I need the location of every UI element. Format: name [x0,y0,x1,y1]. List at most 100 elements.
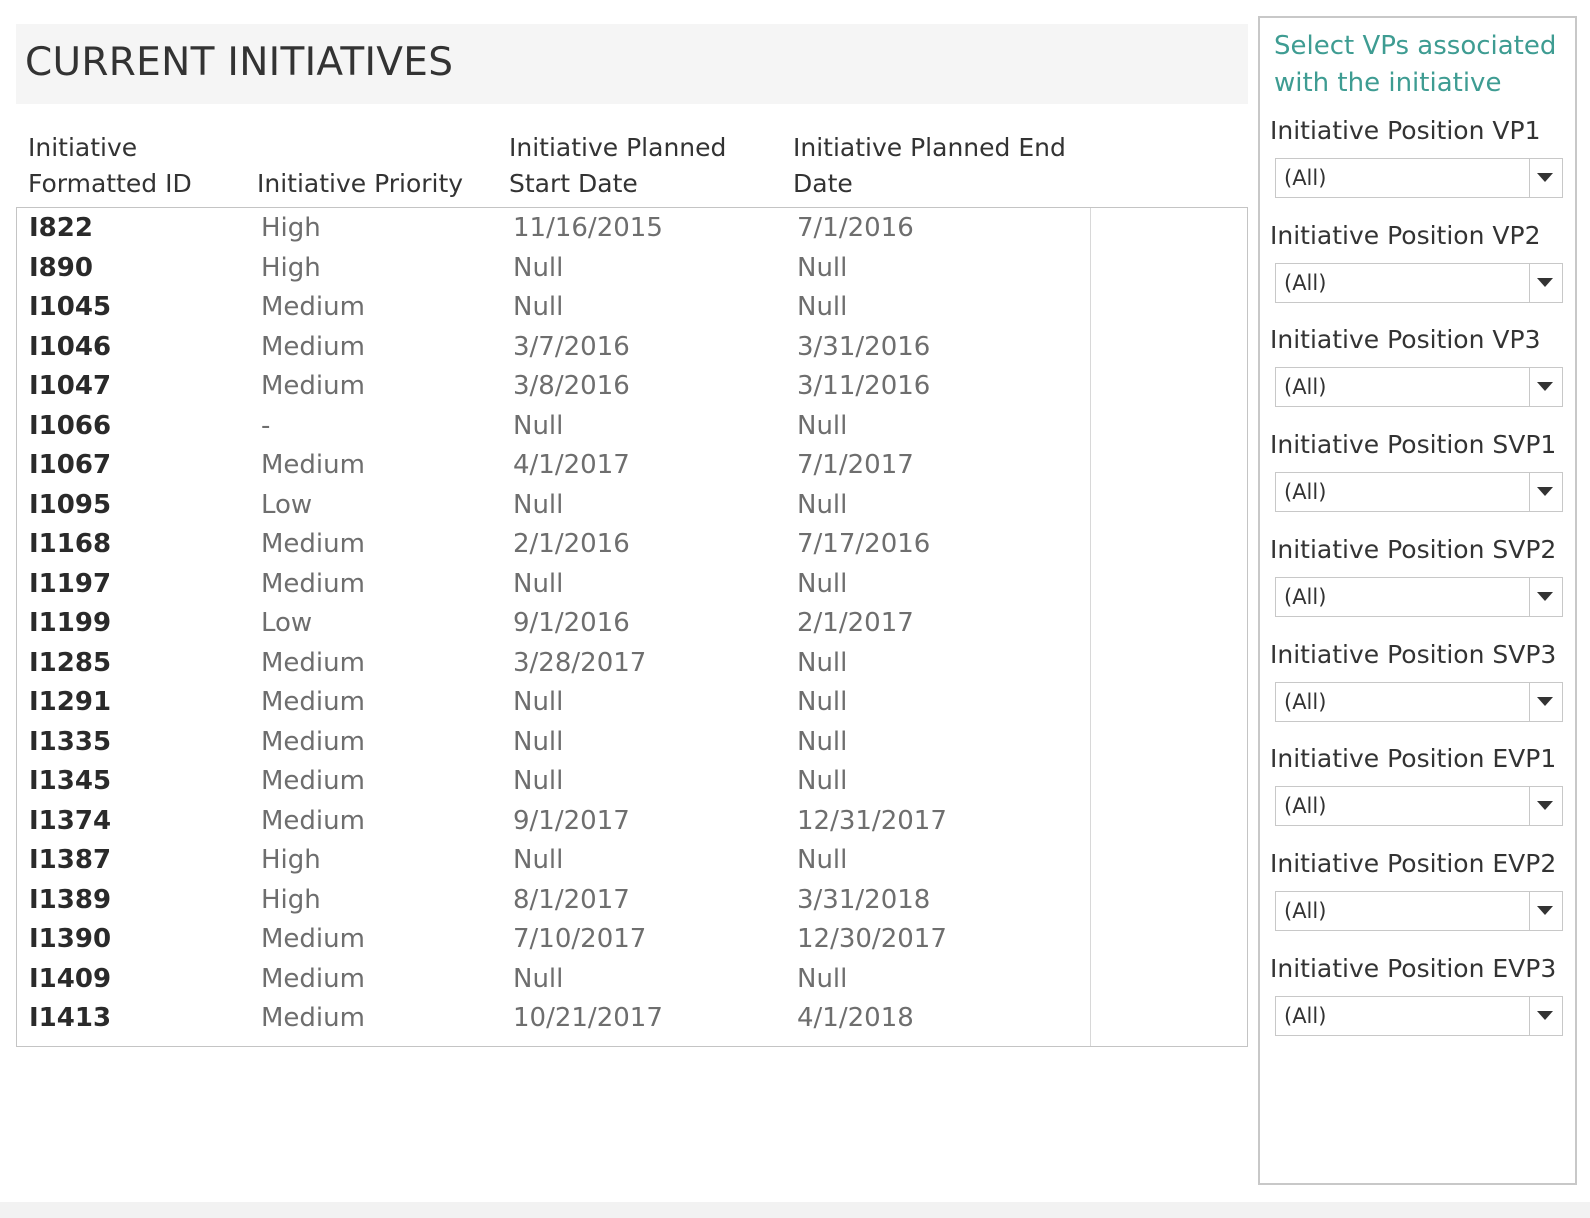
cell-priority: Medium [261,963,365,994]
cell-priority: Low [261,489,313,520]
table-row[interactable]: I1390 Medium 7/10/2017 12/30/2017 [17,919,1089,959]
vp-filter: Initiative Position VP1 (All) [1270,114,1568,198]
cell-start-date: 8/1/2017 [513,884,630,915]
table-row[interactable]: I890 High Null Null [17,248,1089,288]
cell-priority: Medium [261,805,365,836]
filter-selected-value: (All) [1284,1003,1327,1028]
table-body[interactable]: I822 High 11/16/2015 7/1/2016 I890 High Null Nu… [16,207,1248,1047]
filter-dropdown[interactable]: (All) [1275,995,1563,1036]
table-row[interactable]: I1345 Medium Null Null [17,761,1089,801]
chevron-down-icon[interactable] [1537,696,1553,706]
cell-start-date: 3/8/2016 [513,371,630,401]
filter-dropdown[interactable]: (All) [1275,158,1563,198]
filter-dropdown[interactable]: (All) [1275,262,1563,303]
table-row[interactable]: I1291 Medium Null Null [17,682,1089,722]
column-header-end-date[interactable]: Initiative Planned End Date [793,130,1066,202]
cell-start-date: 4/1/2017 [513,450,630,480]
cell-end-date: Null [797,252,848,283]
cell-start-date: Null [513,726,564,757]
cell-end-date: Null [797,292,848,322]
filter-dropdown[interactable]: (All) [1275,576,1563,617]
filter-label: Initiative Position EVP1 [1270,744,1557,774]
table-row[interactable]: I1067 Medium 4/1/2017 7/1/2017 [17,445,1089,485]
cell-priority: Medium [261,766,365,796]
table-row[interactable]: I1387 High Null Null [17,840,1089,880]
table-row[interactable]: I1413 Medium 10/21/2017 4/1/2018 [17,998,1089,1038]
filter-dropdown[interactable]: (All) [1275,890,1563,931]
filter-selected-value: (All) [1284,166,1327,190]
cell-formatted-id: I890 [29,252,93,283]
cell-start-date: Null [513,845,564,875]
chevron-down-icon[interactable] [1537,277,1553,287]
header-line: Date [793,169,853,198]
cell-formatted-id: I1335 [29,726,112,757]
filter-selected-value: (All) [1284,270,1327,295]
table-row[interactable]: I1374 Medium 9/1/2017 12/31/2017 [17,801,1089,841]
filter-dropdown[interactable]: (All) [1275,786,1563,827]
filter-label: Initiative Position VP1 [1270,116,1541,145]
cell-formatted-id: I822 [29,213,93,243]
table-row[interactable]: I1095 Low Null Null [17,485,1089,525]
header-line: Initiative Planned [509,133,727,162]
cell-start-date: 7/10/2017 [513,924,647,954]
header-line: Start Date [509,169,638,198]
bottom-strip [0,1202,1590,1218]
dropdown-divider [1529,891,1530,930]
table-row[interactable]: I822 High 11/16/2015 7/1/2016 [17,208,1089,248]
table-row[interactable]: I1197 Medium Null Null [17,564,1089,604]
dropdown-divider [1529,577,1530,616]
filter-selected-value: (All) [1284,584,1327,609]
column-header-priority[interactable]: Initiative Priority [257,166,463,202]
table-row[interactable]: I1409 Medium Null Null [17,959,1089,999]
table-row[interactable]: I1335 Medium Null Null [17,722,1089,762]
cell-formatted-id: I1095 [29,489,112,520]
table-row[interactable]: I1168 Medium 2/1/2016 7/17/2016 [17,524,1089,564]
cell-end-date: 12/31/2017 [797,805,947,836]
vp-filter: Initiative Position SVP3 (All) [1270,638,1568,722]
cell-priority: High [261,884,321,915]
filter-selected-value: (All) [1284,480,1327,505]
table-row[interactable]: I1046 Medium 3/7/2016 3/31/2016 [17,327,1089,367]
cell-formatted-id: I1409 [29,963,112,994]
chevron-down-icon[interactable] [1537,382,1553,392]
dropdown-divider [1529,368,1530,407]
cell-end-date: Null [797,845,848,875]
cell-priority: Medium [261,331,365,362]
filter-dropdown[interactable]: (All) [1275,367,1563,408]
cell-end-date: 7/1/2017 [797,450,914,480]
column-header-formatted-id[interactable]: Initiative Formatted ID [28,130,192,202]
chevron-down-icon[interactable] [1537,487,1553,497]
cell-formatted-id: I1047 [29,371,112,401]
cell-formatted-id: I1291 [29,687,112,717]
vp-filter: Initiative Position EVP1 (All) [1270,742,1568,827]
cell-end-date: 7/17/2016 [797,529,931,559]
cell-formatted-id: I1066 [29,410,112,441]
chevron-down-icon[interactable] [1537,801,1553,811]
filter-label: Initiative Position SVP2 [1270,534,1557,564]
chevron-down-icon[interactable] [1537,173,1553,182]
cell-formatted-id: I1285 [29,647,112,678]
filter-selected-value: (All) [1284,689,1327,714]
cell-start-date: Null [513,963,564,994]
vp-filter-panel: Select VPs associated with the initiativ… [1258,16,1577,1185]
table-row[interactable]: I1045 Medium Null Null [17,287,1089,327]
filter-dropdown[interactable]: (All) [1275,472,1563,513]
cell-end-date: Null [797,489,848,520]
table-row[interactable]: I1047 Medium 3/8/2016 3/11/2016 [17,366,1089,406]
cell-priority: Medium [261,371,365,401]
chevron-down-icon[interactable] [1537,905,1553,915]
filter-dropdown[interactable]: (All) [1275,681,1563,722]
table-row[interactable]: I1199 Low 9/1/2016 2/1/2017 [17,603,1089,643]
chevron-down-icon[interactable] [1537,1010,1553,1020]
cell-formatted-id: I1390 [29,924,112,954]
table-row[interactable]: I1066 - Null Null [17,406,1089,446]
table-row[interactable]: I1285 Medium 3/28/2017 Null [17,643,1089,683]
cell-end-date: 2/1/2017 [797,608,914,638]
table-row[interactable]: I1389 High 8/1/2017 3/31/2018 [17,880,1089,920]
column-header-start-date[interactable]: Initiative Planned Start Date [509,130,726,202]
vp-filter: Initiative Position EVP3 (All) [1270,952,1568,1036]
cell-priority: High [261,252,321,283]
cell-formatted-id: I1197 [29,568,112,599]
chevron-down-icon[interactable] [1537,591,1553,601]
vp-filter: Initiative Position VP2 (All) [1270,219,1568,303]
